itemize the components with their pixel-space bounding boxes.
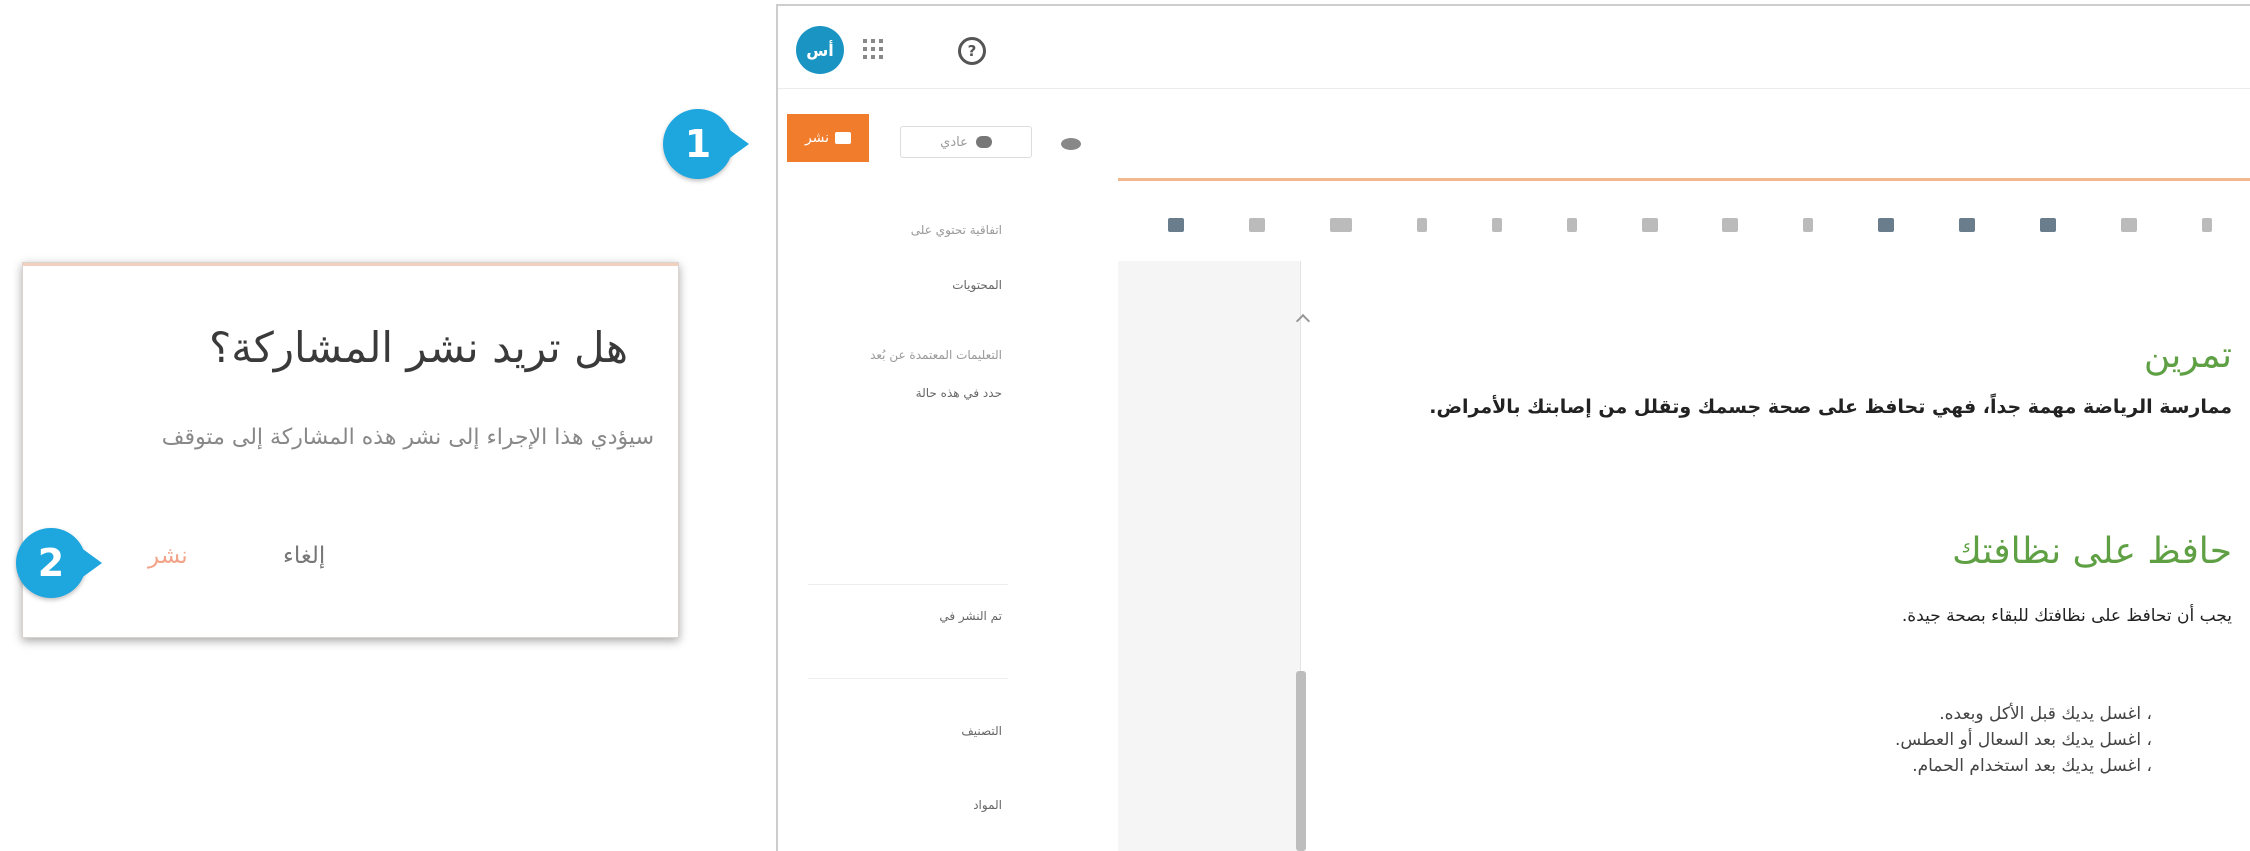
dialog-message: سيؤدي هذا الإجراء إلى نشر هذه المشاركة إ…: [161, 425, 654, 450]
insert-block-icon[interactable]: [1168, 218, 1184, 232]
preview-icon[interactable]: [1061, 138, 1081, 150]
doc-bullet-list: اغسل يديك قبل الأكل وبعده. اغسل يديك بعد…: [1895, 701, 2152, 779]
list-item: اغسل يديك بعد السعال أو العطس.: [1895, 727, 2152, 753]
sidebar-value-5[interactable]: المواد: [973, 798, 1002, 812]
doc-heading-1: تمرين: [2143, 335, 2232, 376]
send-button-label: نشر: [804, 130, 830, 146]
bold-icon[interactable]: [1566, 218, 1577, 232]
text-color-icon[interactable]: [1641, 218, 1658, 232]
scrollbar-thumb[interactable]: [1296, 671, 1306, 851]
list-item: اغسل يديك بعد استخدام الحمام.: [1895, 753, 2152, 779]
send-button[interactable]: نشر: [787, 114, 869, 162]
sidebar-label-2: التعليمات المعتمدة عن بُعد: [870, 348, 1002, 362]
editor-gutter: [1118, 261, 1301, 851]
dialog-top-border: [23, 263, 678, 266]
visibility-toggle[interactable]: عادي: [900, 126, 1032, 158]
list-item: اغسل يديك قبل الأكل وبعده.: [1895, 701, 2152, 727]
font-size-icon[interactable]: [1329, 218, 1352, 232]
sidebar-value-2[interactable]: حدد في هذه حالة: [916, 386, 1002, 400]
emoji-icon[interactable]: [2121, 218, 2138, 232]
toggle-knob-icon: [975, 136, 992, 148]
apps-grid-icon[interactable]: [863, 39, 883, 59]
doc-heading-2: حافظ على نظافتك: [1952, 531, 2232, 572]
formatting-toolbar: [1138, 206, 2242, 244]
visibility-label: عادي: [940, 134, 968, 150]
indent-icon[interactable]: [1248, 218, 1265, 232]
image-icon[interactable]: [2040, 218, 2057, 232]
more-icon[interactable]: [2201, 218, 2212, 232]
cancel-button[interactable]: إلغاء: [283, 543, 325, 569]
sidebar-value-4[interactable]: التصنيف: [961, 724, 1002, 738]
doc-paragraph-2: يجب أن تحافظ على نظافتك للبقاء بصحة جيدة…: [1901, 606, 2232, 626]
italic-icon[interactable]: [1416, 218, 1427, 232]
title-underline: [1118, 178, 2250, 181]
publish-confirm-dialog: هل تريد نشر المشاركة؟ سيؤدي هذا الإجراء …: [22, 262, 679, 638]
step-2-callout: 2: [16, 528, 102, 598]
send-icon: [835, 132, 852, 144]
publish-button[interactable]: نشر: [148, 543, 188, 569]
doc-paragraph-1: ممارسة الرياضة مهمة جداً، فهي تحافظ على …: [1429, 396, 2232, 418]
step-1-callout: 1: [663, 109, 749, 179]
align-icon[interactable]: [1803, 218, 1814, 232]
help-icon[interactable]: ?: [958, 37, 986, 65]
sidebar-value-3[interactable]: تم النشر في: [939, 609, 1002, 623]
sidebar-divider-2: [808, 678, 1008, 679]
underline-icon[interactable]: [1491, 218, 1502, 232]
numbered-list-icon[interactable]: [1959, 218, 1976, 232]
avatar[interactable]: أس: [796, 26, 844, 74]
document-body[interactable]: تمرين ممارسة الرياضة مهمة جداً، فهي تحاف…: [1318, 261, 2232, 851]
brush-icon[interactable]: [1722, 218, 1739, 232]
dialog-title: هل تريد نشر المشاركة؟: [208, 323, 628, 372]
sidebar-divider-1: [808, 584, 1008, 585]
top-bar: أس ?: [778, 6, 2250, 89]
sidebar-label-1: اتفاقية تحتوي على: [910, 223, 1002, 237]
editor-window: أس ? نشر عادي اتفاقية تحتوي على المحتويا…: [776, 4, 2250, 851]
list-icon[interactable]: [1878, 218, 1895, 232]
sidebar-value-1[interactable]: المحتويات: [952, 278, 1002, 292]
